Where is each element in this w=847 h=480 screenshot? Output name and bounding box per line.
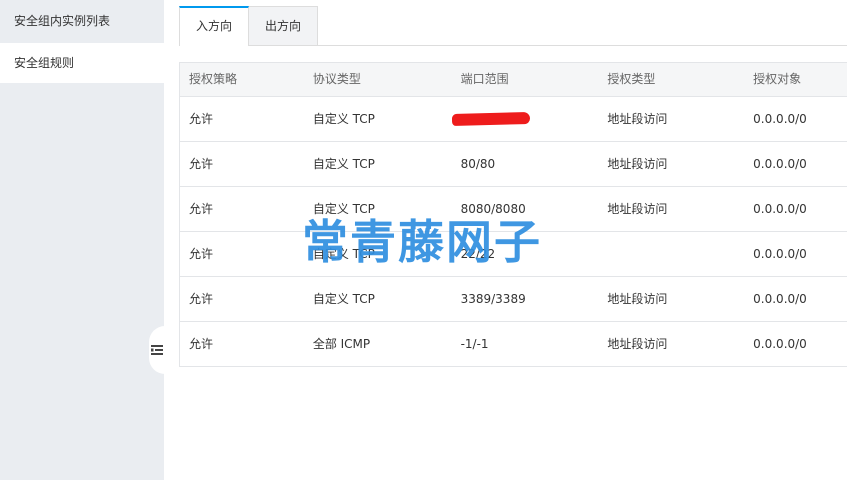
- table-row: 允许 自定义 TCP 3389/3389 地址段访问 0.0.0.0/0: [180, 277, 847, 322]
- rules-table: 授权策略 协议类型 端口范围 授权类型 授权对象 允许 自定义 TCP 地址段访…: [179, 62, 847, 367]
- cell-policy: 允许: [189, 112, 214, 126]
- sidebar-collapse-button[interactable]: [149, 326, 165, 374]
- header-port-range: 端口范围: [460, 72, 509, 86]
- cell-auth-target: 0.0.0.0/0: [753, 157, 807, 171]
- cell-auth-type: 地址段访问: [607, 292, 668, 306]
- cell-auth-type: 地址段访问: [607, 157, 668, 171]
- cell-protocol: 全部 ICMP: [312, 337, 371, 351]
- cell-policy: 允许: [189, 202, 214, 216]
- cell-auth-target: 0.0.0.0/0: [753, 112, 807, 126]
- cell-auth-type: 地址段访问: [607, 337, 668, 351]
- header-policy: 授权策略: [189, 72, 238, 86]
- cell-policy: 允许: [189, 292, 214, 306]
- cell-port-range: -1/-1: [460, 337, 489, 351]
- cell-protocol: 自定义 TCP: [312, 157, 375, 171]
- cell-port-range: 80/80: [460, 157, 496, 171]
- sidebar-item-security-group-rules[interactable]: 安全组规则: [0, 43, 164, 83]
- sidebar-item-label: 安全组内实例列表: [14, 14, 111, 28]
- cell-auth-target: 0.0.0.0/0: [753, 292, 807, 306]
- table-row: 允许 自定义 TCP 8080/8080 地址段访问 0.0.0.0/0: [180, 187, 847, 232]
- header-auth-type: 授权类型: [607, 72, 656, 86]
- cell-policy: 允许: [189, 157, 214, 171]
- sidebar-item-instance-list[interactable]: 安全组内实例列表: [0, 0, 164, 43]
- cell-port-range: 3389/3389: [460, 292, 526, 306]
- cell-policy: 允许: [189, 337, 214, 351]
- cell-port-range: 8080/8080: [460, 202, 526, 216]
- header-auth-target: 授权对象: [753, 72, 802, 86]
- cell-port-range: 22/22: [460, 247, 496, 261]
- sidebar: 安全组内实例列表 安全组规则: [0, 0, 164, 480]
- table-row: 允许 自定义 TCP 地址段访问 0.0.0.0/0: [180, 97, 847, 142]
- cell-protocol: 自定义 TCP: [312, 112, 375, 126]
- cell-port-range: [451, 97, 599, 141]
- table-row: 允许 全部 ICMP -1/-1 地址段访问 0.0.0.0/0: [180, 322, 847, 367]
- cell-auth-type: 地址段访问: [607, 202, 668, 216]
- cell-auth-type: 地址段访问: [607, 112, 668, 126]
- table-row: 允许 自定义 TCP 22/22 0.0.0.0/0: [180, 232, 847, 277]
- cell-auth-target: 0.0.0.0/0: [753, 337, 807, 351]
- cell-auth-target: 0.0.0.0/0: [753, 202, 807, 216]
- main-content: 入方向 出方向 授权策略 协议类型 端口范围 授权类型 授权对象 允许 自定义 …: [164, 0, 847, 480]
- cell-protocol: 自定义 TCP: [312, 247, 375, 261]
- sidebar-item-label: 安全组规则: [14, 56, 75, 70]
- table-row: 允许 自定义 TCP 80/80 地址段访问 0.0.0.0/0: [180, 142, 847, 187]
- tab-divider: [179, 45, 847, 46]
- header-protocol: 协议类型: [312, 72, 361, 86]
- tab-outbound[interactable]: 出方向: [248, 6, 319, 46]
- table-header: 授权策略 协议类型 端口范围 授权类型 授权对象: [180, 62, 847, 97]
- collapse-list-icon: [151, 344, 163, 356]
- tab-inbound[interactable]: 入方向: [179, 6, 250, 46]
- cell-policy: 允许: [189, 247, 214, 261]
- cell-auth-type: [598, 232, 744, 276]
- direction-tabs: 入方向 出方向: [179, 6, 319, 46]
- cell-protocol: 自定义 TCP: [312, 202, 375, 216]
- redaction-mark: [451, 111, 530, 127]
- cell-auth-target: 0.0.0.0/0: [753, 247, 807, 261]
- cell-protocol: 自定义 TCP: [312, 292, 375, 306]
